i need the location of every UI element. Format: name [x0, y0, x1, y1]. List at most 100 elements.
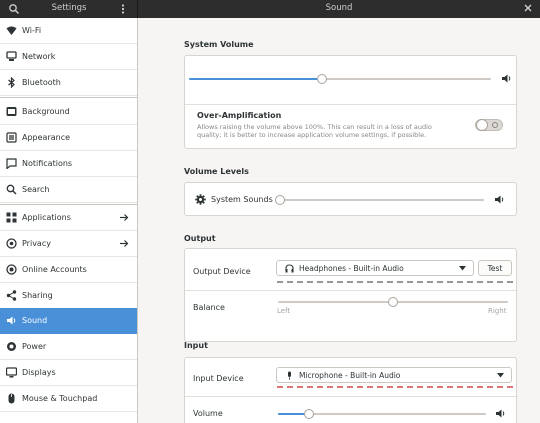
header-left: Settings	[0, 0, 138, 18]
chevron-right-icon	[120, 240, 129, 247]
input-device-value: Microphone - Built-in Audio	[299, 371, 401, 380]
sidebar-item-search[interactable]: Search	[0, 177, 137, 203]
input-level-meter	[277, 386, 513, 388]
panel-title: Sound	[325, 3, 353, 13]
balance-slider[interactable]	[278, 297, 508, 307]
online-accounts-icon	[6, 264, 17, 275]
sidebar-item-label: Network	[22, 52, 56, 61]
sidebar-item-label: Applications	[22, 213, 71, 222]
speaker-icon	[495, 195, 504, 204]
volume-levels-frame: System Sounds	[184, 182, 517, 216]
sidebar-item-mouse-touchpad[interactable]: Mouse & Touchpad	[0, 386, 137, 412]
sidebar-item-appearance[interactable]: Appearance	[0, 125, 137, 151]
balance-left-label: Left	[277, 307, 291, 315]
privacy-icon	[6, 238, 17, 249]
sharing-icon	[6, 290, 17, 301]
balance-label: Balance	[193, 303, 225, 312]
system-sounds-slider[interactable]	[275, 195, 484, 205]
sidebar-item-label: Sound	[22, 316, 48, 325]
close-icon[interactable]	[522, 2, 534, 14]
sidebar-item-label: Bluetooth	[22, 78, 61, 87]
system-sounds-slider-knob[interactable]	[275, 195, 285, 205]
test-button[interactable]: Test	[478, 260, 512, 276]
speaker-icon	[7, 316, 16, 325]
output-device-label: Output Device	[193, 267, 251, 276]
sidebar-separator	[0, 97, 137, 98]
speaker-icon	[502, 74, 511, 83]
separator	[185, 396, 516, 397]
input-volume-label: Volume	[193, 409, 223, 418]
sidebar-item-notifications[interactable]: Notifications	[0, 151, 137, 177]
sidebar-item-network[interactable]: Network	[0, 44, 137, 70]
sidebar-item-bluetooth[interactable]: Bluetooth	[0, 70, 137, 96]
input-frame: Input Device Microphone - Built-in Audio…	[184, 357, 517, 423]
chevron-down-icon	[459, 266, 466, 271]
sidebar-item-label: Background	[22, 107, 70, 116]
displays-icon	[6, 367, 17, 378]
system-volume-slider-fill	[189, 78, 322, 80]
power-icon	[7, 342, 16, 351]
sidebar-item-label: Appearance	[22, 133, 71, 142]
system-volume-slider[interactable]	[189, 74, 491, 84]
headphones-icon	[285, 264, 294, 273]
mouse-icon	[8, 393, 15, 404]
sidebar-item-label: Displays	[22, 368, 56, 377]
sidebar-item-privacy[interactable]: Privacy	[0, 231, 137, 257]
balance-right-label: Right	[488, 307, 507, 315]
input-title: Input	[184, 341, 208, 350]
appearance-icon	[6, 132, 17, 143]
balance-slider-knob[interactable]	[388, 297, 398, 307]
system-volume-title: System Volume	[184, 40, 254, 49]
chevron-right-icon	[120, 214, 129, 221]
system-volume-slider-knob[interactable]	[316, 74, 327, 84]
sidebar-item-label: Wi-Fi	[22, 26, 42, 35]
gear-icon	[195, 194, 206, 205]
separator	[185, 290, 516, 291]
sidebar-item-online-accounts[interactable]: Online Accounts	[0, 257, 137, 283]
input-volume-slider-knob[interactable]	[304, 409, 315, 419]
header-bar: Settings Sound	[0, 0, 540, 18]
over-amplification-description: quality; it is better to increase applic…	[197, 131, 427, 139]
system-volume-frame: Over-Amplification Allows raising the vo…	[184, 55, 517, 149]
applications-icon	[6, 212, 17, 223]
speaker-icon	[496, 409, 505, 418]
wifi-icon	[6, 26, 17, 35]
sidebar-item-power[interactable]: Power	[0, 334, 137, 360]
input-volume-slider[interactable]	[278, 409, 486, 419]
switch-knob	[476, 119, 488, 131]
sidebar-item-displays[interactable]: Displays	[0, 360, 137, 386]
microphone-icon	[288, 371, 291, 380]
output-device-dropdown[interactable]: Headphones - Built-in Audio	[276, 260, 474, 276]
separator	[185, 104, 516, 105]
sidebar-item-applications[interactable]: Applications	[0, 205, 137, 231]
output-device-value: Headphones - Built-in Audio	[299, 264, 404, 273]
over-amplification-description: Allows raising the volume above 100%. Th…	[197, 123, 432, 131]
over-amplification-switch[interactable]	[475, 119, 503, 131]
output-frame: Output Device Headphones - Built-in Audi…	[184, 248, 517, 342]
chevron-down-icon	[497, 373, 504, 378]
sidebar-item-background[interactable]: Background	[0, 99, 137, 125]
sidebar-item-label: Privacy	[22, 239, 51, 248]
over-amplification-title: Over-Amplification	[197, 111, 282, 120]
sidebar-item-label: Mouse & Touchpad	[22, 394, 98, 403]
input-device-label: Input Device	[193, 374, 244, 383]
sidebar-item-sharing[interactable]: Sharing	[0, 283, 137, 309]
sidebar-item-label: Notifications	[22, 159, 73, 168]
bluetooth-icon	[8, 77, 15, 88]
sidebar-item-wifi[interactable]: Wi-Fi	[0, 18, 137, 44]
sidebar-item-label: Sharing	[22, 291, 53, 300]
sidebar-item-label: Online Accounts	[22, 265, 87, 274]
output-title: Output	[184, 234, 216, 243]
network-icon	[6, 51, 17, 61]
sidebar-item-label: Search	[22, 185, 50, 194]
background-icon	[6, 107, 17, 116]
notifications-icon	[6, 158, 17, 169]
sound-panel: System Volume Over-Amplification Allows …	[139, 18, 540, 423]
output-level-meter	[277, 281, 513, 283]
menu-icon[interactable]	[118, 3, 128, 15]
input-device-dropdown[interactable]: Microphone - Built-in Audio	[276, 367, 512, 383]
switch-off-mark	[492, 122, 498, 128]
sidebar-item-sound[interactable]: Sound	[0, 308, 137, 334]
sidebar-item-label: Power	[22, 342, 47, 351]
sidebar: Wi-Fi Network Bluetooth Background Appea…	[0, 18, 138, 423]
